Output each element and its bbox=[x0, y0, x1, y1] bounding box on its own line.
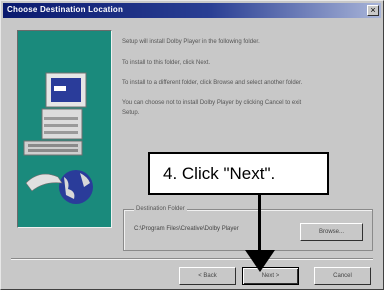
globe-icon bbox=[25, 170, 93, 204]
close-button[interactable]: × bbox=[367, 5, 379, 16]
callout-arrow-shaft bbox=[258, 195, 261, 255]
window-title: Choose Destination Location bbox=[7, 5, 124, 14]
computer-icon bbox=[23, 72, 87, 156]
instruction-line-1: Setup will install Dolby Player in the f… bbox=[122, 39, 260, 45]
instruction-line-5: Setup. bbox=[122, 110, 140, 116]
cancel-button[interactable]: Cancel bbox=[314, 267, 371, 285]
setup-illustration bbox=[23, 72, 93, 204]
destination-folder-label: Destination Folder bbox=[134, 206, 187, 212]
destination-path: C:\Program Files\Creative\Dolby Player bbox=[134, 226, 239, 232]
side-graphic-panel bbox=[17, 30, 112, 228]
browse-button[interactable]: Browse... bbox=[300, 223, 363, 241]
separator bbox=[11, 258, 373, 260]
back-button[interactable]: < Back bbox=[179, 267, 236, 285]
instruction-line-2: To install to this folder, click Next. bbox=[122, 60, 211, 66]
instruction-line-4: You can choose not to install Dolby Play… bbox=[122, 100, 302, 106]
title-bar[interactable]: Choose Destination Location × bbox=[3, 3, 381, 18]
instruction-callout: 4. Click "Next". bbox=[148, 152, 329, 195]
arrow-icon bbox=[245, 250, 275, 272]
dialog-window: Choose Destination Location × Setup will… bbox=[0, 0, 384, 290]
instruction-line-3: To install to a different folder, click … bbox=[122, 80, 303, 86]
